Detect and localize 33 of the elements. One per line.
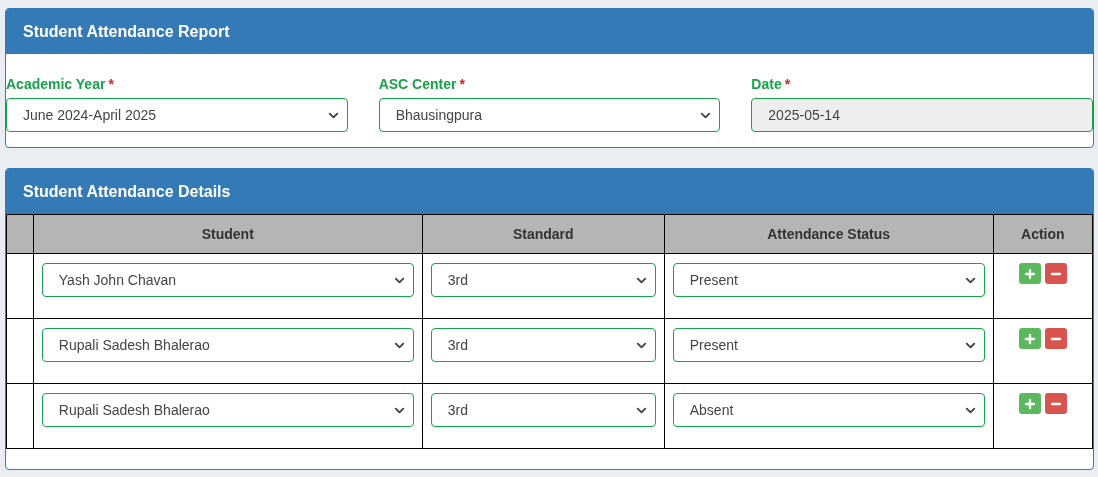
status-select[interactable]: Absent (672, 393, 985, 427)
plus-icon (1022, 331, 1037, 346)
panel-title: Student Attendance Details (6, 169, 1093, 214)
header-cell (6, 214, 34, 254)
column-header: Action (993, 214, 1093, 254)
required-mark: * (108, 76, 114, 92)
standard-select[interactable]: 3rd (430, 393, 656, 427)
panel-title: Student Attendance Report (6, 9, 1093, 54)
column-header: Standard (422, 214, 665, 254)
plus-icon (1022, 266, 1037, 281)
column-header: Student (33, 214, 423, 254)
add-button[interactable] (1018, 263, 1041, 284)
status-select[interactable]: Present (672, 328, 985, 362)
select-field[interactable]: June 2024-April 2025 (6, 98, 348, 132)
column-header: Attendance Status (664, 214, 994, 254)
standard-select[interactable]: 3rd (430, 328, 656, 362)
student-select[interactable]: Yash John Chavan (41, 263, 414, 297)
field-label: Academic Year (6, 76, 106, 92)
status-select[interactable]: Present (672, 263, 985, 297)
field-label: ASC Center (378, 76, 457, 92)
required-mark: * (459, 76, 465, 92)
add-button[interactable] (1018, 393, 1041, 414)
standard-select[interactable]: 3rd (430, 263, 656, 297)
plus-icon (1022, 396, 1037, 411)
remove-button[interactable] (1044, 393, 1067, 414)
add-button[interactable] (1018, 328, 1041, 349)
remove-button[interactable] (1044, 263, 1067, 284)
student-select[interactable]: Rupali Sadesh Bhalerao (41, 328, 414, 362)
field-label: Date (751, 76, 782, 92)
required-mark: * (784, 76, 791, 92)
student-select[interactable]: Rupali Sadesh Bhalerao (41, 393, 414, 427)
select-field[interactable]: Bhausingpura (378, 98, 721, 132)
remove-button[interactable] (1044, 328, 1067, 349)
